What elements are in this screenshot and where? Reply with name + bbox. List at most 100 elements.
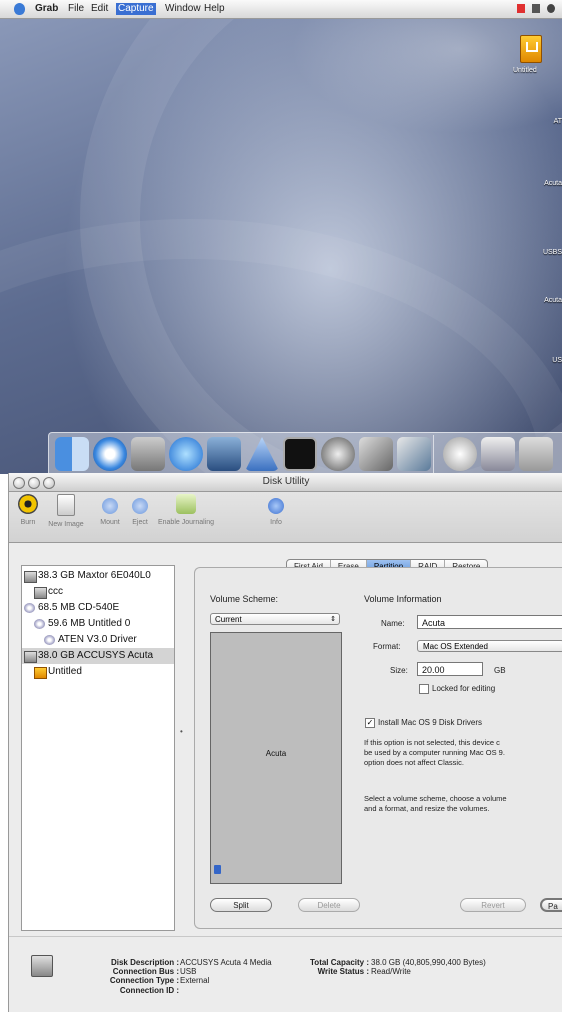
locked-label: Locked for editing <box>432 684 496 693</box>
write-status-value: Read/Write <box>371 967 411 976</box>
info-label: Info <box>270 519 282 526</box>
usb-drive-icon[interactable] <box>520 35 542 63</box>
partition-button[interactable]: Pa <box>540 898 562 912</box>
eject-button[interactable]: Eject <box>125 494 155 526</box>
menu-help[interactable]: Help <box>204 3 225 15</box>
display-menu-icon[interactable] <box>532 4 540 13</box>
os9-drivers-checkbox[interactable]: ✓ <box>365 718 375 728</box>
app-menu-grab[interactable]: Grab <box>35 3 58 15</box>
split-view-handle[interactable]: • <box>180 727 183 736</box>
disk-utility-icon[interactable] <box>207 437 241 471</box>
radiation-icon <box>18 494 38 514</box>
write-status-key: Write Status : <box>317 967 369 976</box>
size-field[interactable]: 20.00 <box>417 662 483 676</box>
format-popup[interactable]: Mac OS Extended <box>417 640 562 652</box>
connection-type-key: Connection Type : <box>109 976 179 985</box>
menu-file[interactable]: File <box>68 3 84 15</box>
volume-scheme-popup[interactable]: Current ⇕ <box>210 613 340 625</box>
volume-scheme-heading: Volume Scheme: <box>210 594 279 604</box>
desktop-item-label[interactable]: USBS <box>543 249 562 256</box>
desktop-volume-label[interactable]: Untitled <box>513 67 537 74</box>
preview-icon[interactable] <box>359 437 393 471</box>
system-prefs-icon[interactable] <box>321 437 355 471</box>
connection-bus-key: Connection Bus : <box>112 967 179 976</box>
new-image-button[interactable]: New Image <box>43 494 89 528</box>
eject-label: Eject <box>132 519 148 526</box>
split-button[interactable]: Split <box>210 898 272 912</box>
mail-icon[interactable] <box>443 437 477 471</box>
window-title: Disk Utility <box>262 476 310 487</box>
disk-row-ccc[interactable]: ccc <box>22 584 174 600</box>
mount-button[interactable]: Mount <box>95 494 125 526</box>
desktop-item-label[interactable]: AT <box>554 118 562 125</box>
hard-disk-icon <box>24 571 37 583</box>
monitor-icon[interactable] <box>481 437 515 471</box>
disk-row-label: 59.6 MB Untitled 0 <box>48 618 131 629</box>
name-field[interactable]: Acuta <box>417 615 562 629</box>
connection-id-key: Connection ID : <box>119 986 179 995</box>
menu-edit[interactable]: Edit <box>91 3 108 15</box>
desktop-item-label[interactable]: US <box>552 357 562 364</box>
usb-volume-icon <box>34 667 47 679</box>
apple-menu-icon[interactable] <box>14 3 25 15</box>
itunes-icon[interactable] <box>397 437 431 471</box>
window-titlebar[interactable]: Disk Utility <box>9 473 562 492</box>
disk-row-label: Untitled <box>48 666 82 677</box>
new-image-label: New Image <box>48 521 84 528</box>
finder-icon[interactable] <box>55 437 89 471</box>
trash-icon[interactable] <box>519 437 553 471</box>
hard-disk-icon <box>24 651 37 663</box>
enable-journaling-button[interactable]: Enable Journaling <box>157 494 215 526</box>
volume-map[interactable]: Acuta <box>210 632 342 884</box>
network-icon[interactable] <box>169 437 203 471</box>
disk-row-untitled[interactable]: Untitled <box>22 664 174 680</box>
os9-drivers-label: Install Mac OS 9 Disk Drivers <box>378 718 483 727</box>
disk-row-accusys-acuta[interactable]: 38.0 GB ACCUSYS Acuta <box>22 648 174 664</box>
disk-row-maxtor[interactable]: 38.3 GB Maxtor 6E040L0 <box>22 568 174 584</box>
journal-icon <box>176 494 196 514</box>
disk-row-label: 68.5 MB CD-540E <box>38 602 120 613</box>
burn-button[interactable]: Burn <box>11 494 45 526</box>
desktop-item-label[interactable]: Acuta <box>544 297 562 304</box>
disk-list[interactable]: 38.3 GB Maxtor 6E040L0 ccc 68.5 MB CD-54… <box>21 565 175 931</box>
partition-panel: Volume Scheme: Current ⇕ Acuta Volume In… <box>194 567 562 929</box>
total-capacity-key: Total Capacity : <box>310 958 369 967</box>
new-image-icon <box>57 494 75 516</box>
safari-icon[interactable] <box>93 437 127 471</box>
mount-icon <box>102 498 118 514</box>
volume-map-label: Acuta <box>265 749 287 758</box>
info-icon <box>268 498 284 514</box>
revert-button[interactable]: Revert <box>460 898 526 912</box>
lock-icon[interactable] <box>214 865 221 874</box>
disk-row-cd540e[interactable]: 68.5 MB CD-540E <box>22 600 174 616</box>
screen: Grab File Edit Capture Window Help Untit… <box>0 0 562 1012</box>
help-text-1-line1: If this option is not selected, this dev… <box>364 738 500 747</box>
help-text-2-line1: Select a volume scheme, choose a volume <box>364 794 507 803</box>
size-label: Size: <box>390 666 408 675</box>
help-text-2-line2: and a format, and resize the volumes. <box>364 804 490 813</box>
flag-icon[interactable] <box>517 4 525 13</box>
cd-icon <box>44 635 55 645</box>
disk-row-label: ATEN V3.0 Driver <box>58 634 137 645</box>
help-text-1-line3: option does not affect Classic. <box>364 758 464 767</box>
cd-icon <box>24 603 35 613</box>
disk-row-untitled-0[interactable]: 59.6 MB Untitled 0 <box>22 616 174 632</box>
connection-type-value: External <box>180 976 210 985</box>
disk-row-label: 38.0 GB ACCUSYS Acuta <box>38 650 154 661</box>
disk-row-aten-driver[interactable]: ATEN V3.0 Driver <box>22 632 174 648</box>
menu-capture[interactable]: Capture <box>116 3 156 15</box>
size-unit: GB <box>494 666 506 675</box>
iphoto-icon[interactable] <box>131 437 165 471</box>
info-button[interactable]: Info <box>263 494 289 526</box>
desktop-item-label[interactable]: Acuta <box>544 180 562 187</box>
menu-window[interactable]: Window <box>165 3 201 15</box>
terminal-icon[interactable] <box>283 437 317 471</box>
format-label: Format: <box>373 642 401 651</box>
locked-checkbox[interactable] <box>419 684 429 694</box>
volume-icon[interactable] <box>547 4 555 13</box>
transmit-icon[interactable] <box>245 437 279 471</box>
delete-button[interactable]: Delete <box>298 898 360 912</box>
hard-disk-icon <box>31 955 53 977</box>
enable-journaling-label: Enable Journaling <box>157 519 215 526</box>
disk-info-bar: Disk Description : ACCUSYS Acuta 4 Media… <box>9 936 562 1012</box>
